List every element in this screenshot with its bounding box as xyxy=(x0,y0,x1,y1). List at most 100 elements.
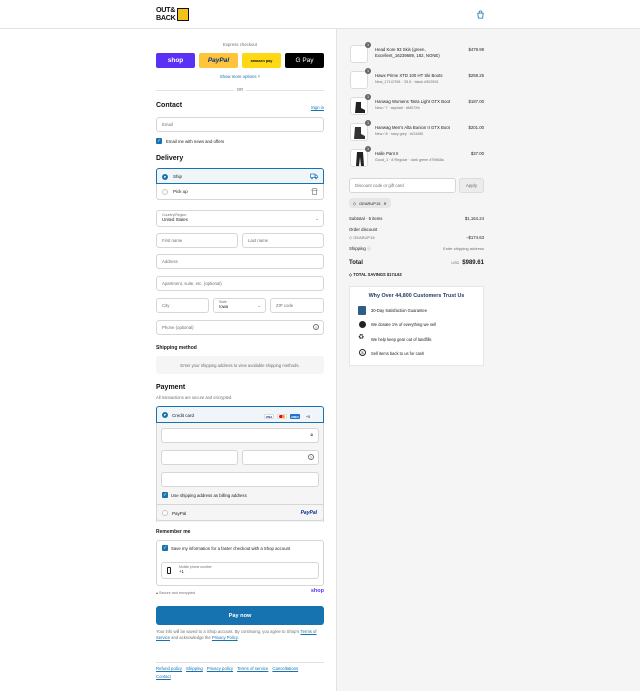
quantity-badge: 1 xyxy=(365,42,371,48)
discount-code-field[interactable]: Discount code or gift card xyxy=(349,178,456,193)
refund-policy-link[interactable]: Refund policy xyxy=(156,666,182,671)
save-info-checkbox[interactable]: ✓ xyxy=(162,545,168,551)
order-item: 1 Halle Pant II Good_1 · 8 Regular · dar… xyxy=(350,146,484,173)
state-select[interactable]: State Iowa ⌄ xyxy=(213,298,266,313)
expiration-field[interactable] xyxy=(161,450,238,465)
total-label: Total xyxy=(349,260,363,266)
order-item: 1 Hanwag Men's Alta Bunion II GTX Boot N… xyxy=(350,120,484,147)
chevron-down-icon: ⌄ xyxy=(257,303,261,308)
mobile-prefix: +1 xyxy=(179,569,184,574)
apply-button[interactable]: Apply xyxy=(459,178,484,193)
privacy-link[interactable]: Privacy Policy xyxy=(212,635,238,640)
logo[interactable]: OUT& BACK xyxy=(156,6,190,23)
sign-in-link[interactable]: Sign in xyxy=(311,105,324,110)
store-icon xyxy=(311,188,318,195)
ship-radio[interactable] xyxy=(162,174,168,180)
ship-label: Ship xyxy=(173,174,183,179)
shop-pay-button[interactable]: shop xyxy=(156,53,195,68)
shop-logo: shop xyxy=(310,588,324,594)
product-name: Hanwag Men's Alta Bunion II GTX Boot xyxy=(375,125,450,130)
product-price: $187.00 xyxy=(468,99,484,104)
order-item: 1 Hawx Prime XTD 100 HT Ski Boots New_17… xyxy=(350,68,484,95)
lock-icon: 🔒︎ xyxy=(156,591,158,595)
privacy-policy-link[interactable]: Privacy policy xyxy=(207,666,233,671)
paypal-logo: PayPal xyxy=(300,510,317,516)
payment-subtitle: All transactions are secure and encrypte… xyxy=(156,395,233,400)
billing-same-checkbox[interactable]: ✓ xyxy=(162,492,168,498)
donate-icon xyxy=(359,321,366,328)
product-variant: Good_1 · 8 Regular · dark green #79868a xyxy=(375,158,444,162)
contact-link[interactable]: Contact xyxy=(156,674,171,679)
card-number-field[interactable]: 🔒︎ xyxy=(161,428,319,443)
news-checkbox[interactable]: ✓ xyxy=(156,138,162,144)
credit-card-radio[interactable] xyxy=(162,412,168,418)
security-code-field[interactable]: ? xyxy=(242,450,319,465)
amazon-pay-button[interactable]: amazon pay xyxy=(242,53,281,68)
tag-icon: ◇ xyxy=(349,235,353,240)
product-price: $479.99 xyxy=(468,47,484,52)
last-name-field[interactable]: Last name xyxy=(242,233,324,248)
logo-badge xyxy=(177,8,189,21)
show-more-options-link[interactable]: Show more options ˅ xyxy=(156,74,324,79)
paypal-radio[interactable] xyxy=(162,510,168,516)
product-name: Hawx Prime XTD 100 HT Ski Boots xyxy=(375,73,443,78)
savings-row: ◇ TOTAL SAVINGS $174.63 xyxy=(349,272,484,277)
ship-option[interactable]: Ship xyxy=(156,168,324,184)
shipping-link[interactable]: Shipping xyxy=(186,666,203,671)
shipping-method-title: Shipping method xyxy=(156,345,197,351)
name-on-card-field[interactable] xyxy=(161,472,319,487)
tag-icon: ◇ xyxy=(353,200,357,206)
remember-me-title: Remember me xyxy=(156,529,191,535)
savings-value: $174.63 xyxy=(386,272,402,277)
terms-of-service-link[interactable]: Terms of service xyxy=(237,666,268,671)
product-thumbnail xyxy=(350,123,368,141)
address-field[interactable]: Address xyxy=(156,254,324,269)
mastercard-icon xyxy=(277,414,287,419)
phone-field[interactable]: Phone (optional) ? xyxy=(156,320,324,335)
product-price: $37.00 xyxy=(470,151,484,156)
cash-icon: $ xyxy=(359,349,366,356)
trust-box: Why Over 44,800 Customers Trust Us 30-Da… xyxy=(349,286,484,366)
email-field[interactable]: Email xyxy=(156,117,324,132)
shipping-row: Shipping ⓘ Enter shipping address xyxy=(349,246,484,252)
mobile-phone-field[interactable]: Mobile phone number +1 xyxy=(161,562,319,579)
more-brands-badge: +5 xyxy=(305,414,311,419)
paypal-button[interactable]: PayPal xyxy=(199,53,238,68)
product-name: Head Kore 93 Skis (green, Excellent_1623… xyxy=(375,47,440,58)
legal-mid: and acknowledge the xyxy=(169,635,212,640)
paypal-option[interactable]: PayPal PayPal xyxy=(156,504,324,521)
total-value: $989.61 xyxy=(462,260,484,266)
visa-icon: VISA xyxy=(264,414,274,419)
quantity-badge: 1 xyxy=(365,68,371,74)
help-icon[interactable]: ⓘ xyxy=(367,246,371,251)
chevron-down-icon: ⌄ xyxy=(315,216,319,221)
shipping-value: Enter shipping address xyxy=(443,246,484,251)
pickup-radio[interactable] xyxy=(162,189,168,195)
shopping-bag-icon[interactable] xyxy=(476,10,485,19)
first-name-field[interactable]: First name xyxy=(156,233,238,248)
country-select[interactable]: Country/Region United States ⌄ xyxy=(156,210,324,227)
pickup-option[interactable]: Pick up xyxy=(156,184,324,200)
cancellations-link[interactable]: Cancellations xyxy=(272,666,298,671)
remove-discount-icon[interactable]: ✕ xyxy=(383,201,386,206)
pay-now-button[interactable]: Pay now xyxy=(156,606,324,625)
contact-title: Contact xyxy=(156,102,183,109)
or-text: OR xyxy=(234,87,246,92)
order-item: 1 Head Kore 93 Skis (green, Excellent_16… xyxy=(350,42,484,69)
city-field[interactable]: City xyxy=(156,298,209,313)
help-icon[interactable]: ? xyxy=(313,324,319,330)
product-name: Halle Pant II xyxy=(375,151,399,156)
quantity-badge: 1 xyxy=(365,94,371,100)
order-discount-row: Order discount xyxy=(349,227,484,232)
zip-field[interactable]: ZIP code xyxy=(270,298,324,313)
shipping-label: Shipping xyxy=(349,246,366,251)
column-divider xyxy=(336,29,337,691)
product-price: $259.25 xyxy=(468,73,484,78)
help-icon[interactable]: ? xyxy=(308,454,314,460)
trust-item: Sell items back to us for cash xyxy=(371,351,425,356)
shipping-method-note: Enter your shipping address to view avai… xyxy=(156,356,324,374)
product-thumbnail xyxy=(350,45,368,63)
apartment-field[interactable]: Apartment, suite, etc. (optional) xyxy=(156,276,324,291)
boot-icon xyxy=(354,127,365,139)
google-pay-button[interactable]: G Pay xyxy=(285,53,324,68)
